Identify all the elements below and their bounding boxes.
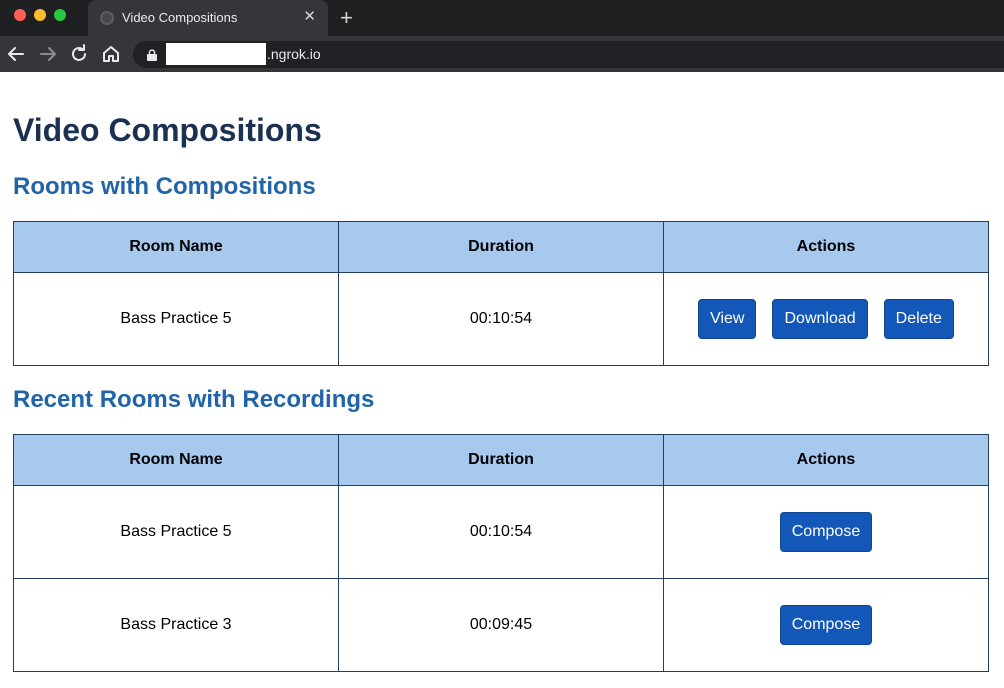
recordings-heading: Recent Rooms with Recordings	[13, 386, 375, 413]
column-header-actions: Actions	[663, 221, 989, 273]
forward-arrow-icon[interactable]	[36, 42, 60, 66]
actions-cell: View Download Delete	[663, 272, 989, 366]
back-arrow-icon[interactable]	[4, 42, 28, 66]
room-name-cell: Bass Practice 3	[13, 578, 339, 672]
table-row: Bass Practice 5 00:10:54 View Download Del…	[13, 272, 989, 366]
column-header-duration: Duration	[338, 221, 664, 273]
plus-icon[interactable]: +	[340, 6, 353, 30]
compositions-heading: Rooms with Compositions	[13, 173, 316, 200]
column-header-room-name: Room Name	[13, 221, 339, 273]
duration-cell: 00:10:54	[338, 485, 664, 579]
page-content: Video Compositions Rooms with Compositio…	[0, 72, 1004, 688]
close-window-button[interactable]	[14, 9, 26, 21]
compositions-table: Room Name Duration Actions Bass Practice…	[13, 221, 989, 366]
duration-cell: 00:10:54	[338, 272, 664, 366]
delete-button[interactable]: Delete	[883, 299, 954, 339]
browser-chrome: Video Compositions ✕ + .ngrok.io	[0, 0, 1004, 72]
column-header-actions: Actions	[663, 434, 989, 486]
close-icon[interactable]: ✕	[303, 8, 316, 26]
minimize-window-button[interactable]	[34, 9, 46, 21]
duration-cell: 00:09:45	[338, 578, 664, 672]
maximize-window-button[interactable]	[54, 9, 66, 21]
table-row: Bass Practice 3 00:09:45 Compose	[13, 578, 989, 672]
actions-cell: Compose	[663, 578, 989, 672]
recordings-table: Room Name Duration Actions Bass Practice…	[13, 434, 989, 672]
table-header-row: Room Name Duration Actions	[13, 434, 989, 486]
download-button[interactable]: Download	[772, 299, 868, 339]
home-icon[interactable]	[99, 42, 123, 66]
compose-button[interactable]: Compose	[779, 605, 873, 645]
browser-tab[interactable]: Video Compositions ✕	[88, 0, 328, 36]
view-button[interactable]: View	[698, 299, 757, 339]
address-bar[interactable]: .ngrok.io	[133, 41, 1004, 68]
table-row: Bass Practice 5 00:10:54 Compose	[13, 485, 989, 579]
globe-icon	[100, 11, 114, 25]
reload-icon[interactable]	[67, 42, 91, 66]
actions-cell: Compose	[663, 485, 989, 579]
tab-title: Video Compositions	[122, 10, 238, 25]
page-title: Video Compositions	[13, 112, 322, 148]
table-header-row: Room Name Duration Actions	[13, 221, 989, 273]
column-header-duration: Duration	[338, 434, 664, 486]
redacted-url	[166, 43, 266, 65]
tab-strip: Video Compositions ✕ +	[0, 0, 1004, 36]
room-name-cell: Bass Practice 5	[13, 485, 339, 579]
compose-button[interactable]: Compose	[779, 512, 873, 552]
column-header-room-name: Room Name	[13, 434, 339, 486]
lock-icon	[147, 48, 157, 61]
room-name-cell: Bass Practice 5	[13, 272, 339, 366]
url-text: .ngrok.io	[267, 46, 321, 62]
